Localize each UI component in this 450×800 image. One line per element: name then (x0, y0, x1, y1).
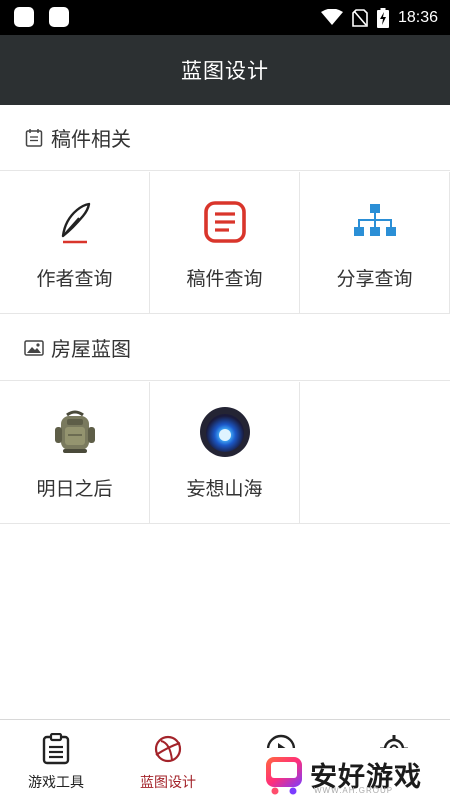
section-header-house-blueprints: 房屋蓝图 (0, 315, 450, 381)
app-notification-icon (49, 7, 69, 27)
grid-item-tomorrow[interactable]: 明日之后 (0, 382, 150, 523)
grid-item-label: 稿件查询 (186, 268, 263, 290)
grid-item-label: 妄想山海 (186, 478, 263, 500)
share-tree-icon (347, 194, 403, 250)
page-title: 蓝图设计 (181, 59, 269, 83)
grid-item-share-query[interactable]: 分享查询 (300, 172, 450, 313)
battery-charging-icon (376, 7, 389, 28)
status-bar: 18:36 (0, 0, 450, 35)
nav-tab-label: 蓝图设计 (140, 775, 196, 791)
section-title: 房屋蓝图 (51, 337, 131, 361)
nav-tab-blueprint-design[interactable]: 蓝图设计 (112, 720, 224, 800)
wifi-icon (320, 9, 343, 25)
no-sim-icon (352, 8, 368, 27)
manuscript-icon (197, 194, 253, 250)
pen-icon (47, 194, 103, 250)
document-list-icon (24, 128, 44, 148)
blueprints-grid: 明日之后 妄想山海 (0, 382, 450, 524)
nav-tab-label: 游戏工具 (28, 775, 84, 791)
app-notification-icon (14, 7, 34, 27)
clipboard-icon (39, 732, 73, 766)
watermark-subtext: WWW.AH.GROUP (314, 786, 394, 795)
manuscripts-grid: 作者查询 稿件查询 分享查询 (0, 172, 450, 314)
grid-item-fantasy-mountains-seas[interactable]: 妄想山海 (150, 382, 300, 523)
backpack-icon (47, 404, 103, 460)
watermark-logo: 安好游戏 WWW.AH.GROUP (262, 748, 450, 800)
section-header-manuscripts: 稿件相关 (0, 105, 450, 171)
nav-tab-game-tools[interactable]: 游戏工具 (0, 720, 112, 800)
grid-item-manuscript-query[interactable]: 稿件查询 (150, 172, 300, 313)
grid-item-label: 明日之后 (36, 478, 113, 500)
section-title: 稿件相关 (51, 127, 131, 151)
app-bar: 蓝图设计 (0, 35, 450, 105)
image-icon (24, 338, 44, 358)
grid-item-label: 分享查询 (336, 268, 413, 290)
grid-item-label: 作者查询 (36, 268, 113, 290)
planet-icon (151, 732, 185, 766)
blue-orb-icon (197, 404, 253, 460)
status-time: 18:36 (397, 8, 438, 26)
gamepad-logo-icon (266, 757, 302, 795)
grid-item-author-query[interactable]: 作者查询 (0, 172, 150, 313)
